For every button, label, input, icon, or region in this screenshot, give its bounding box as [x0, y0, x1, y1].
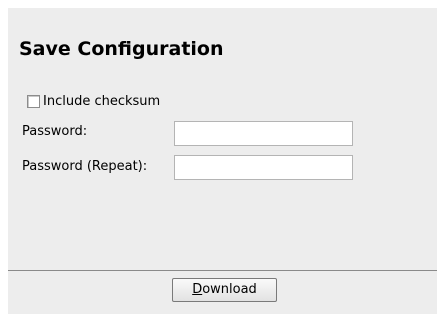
include-checksum-checkbox[interactable] [27, 95, 40, 108]
password-label: Password: [22, 124, 88, 139]
password-field[interactable] [174, 121, 353, 146]
include-checksum-label[interactable]: Include checksum [43, 94, 160, 109]
include-checksum-row[interactable]: Include checksum [27, 94, 160, 109]
download-button[interactable]: Download [172, 278, 277, 302]
page-title: Save Configuration [19, 38, 224, 60]
password-repeat-field[interactable] [174, 155, 353, 180]
download-button-mnemonic: D [192, 282, 203, 297]
divider [8, 270, 437, 271]
save-configuration-dialog: Save Configuration Include checksum Pass… [8, 8, 437, 314]
password-repeat-label: Password (Repeat): [22, 159, 148, 174]
download-button-label: ownload [202, 282, 257, 297]
